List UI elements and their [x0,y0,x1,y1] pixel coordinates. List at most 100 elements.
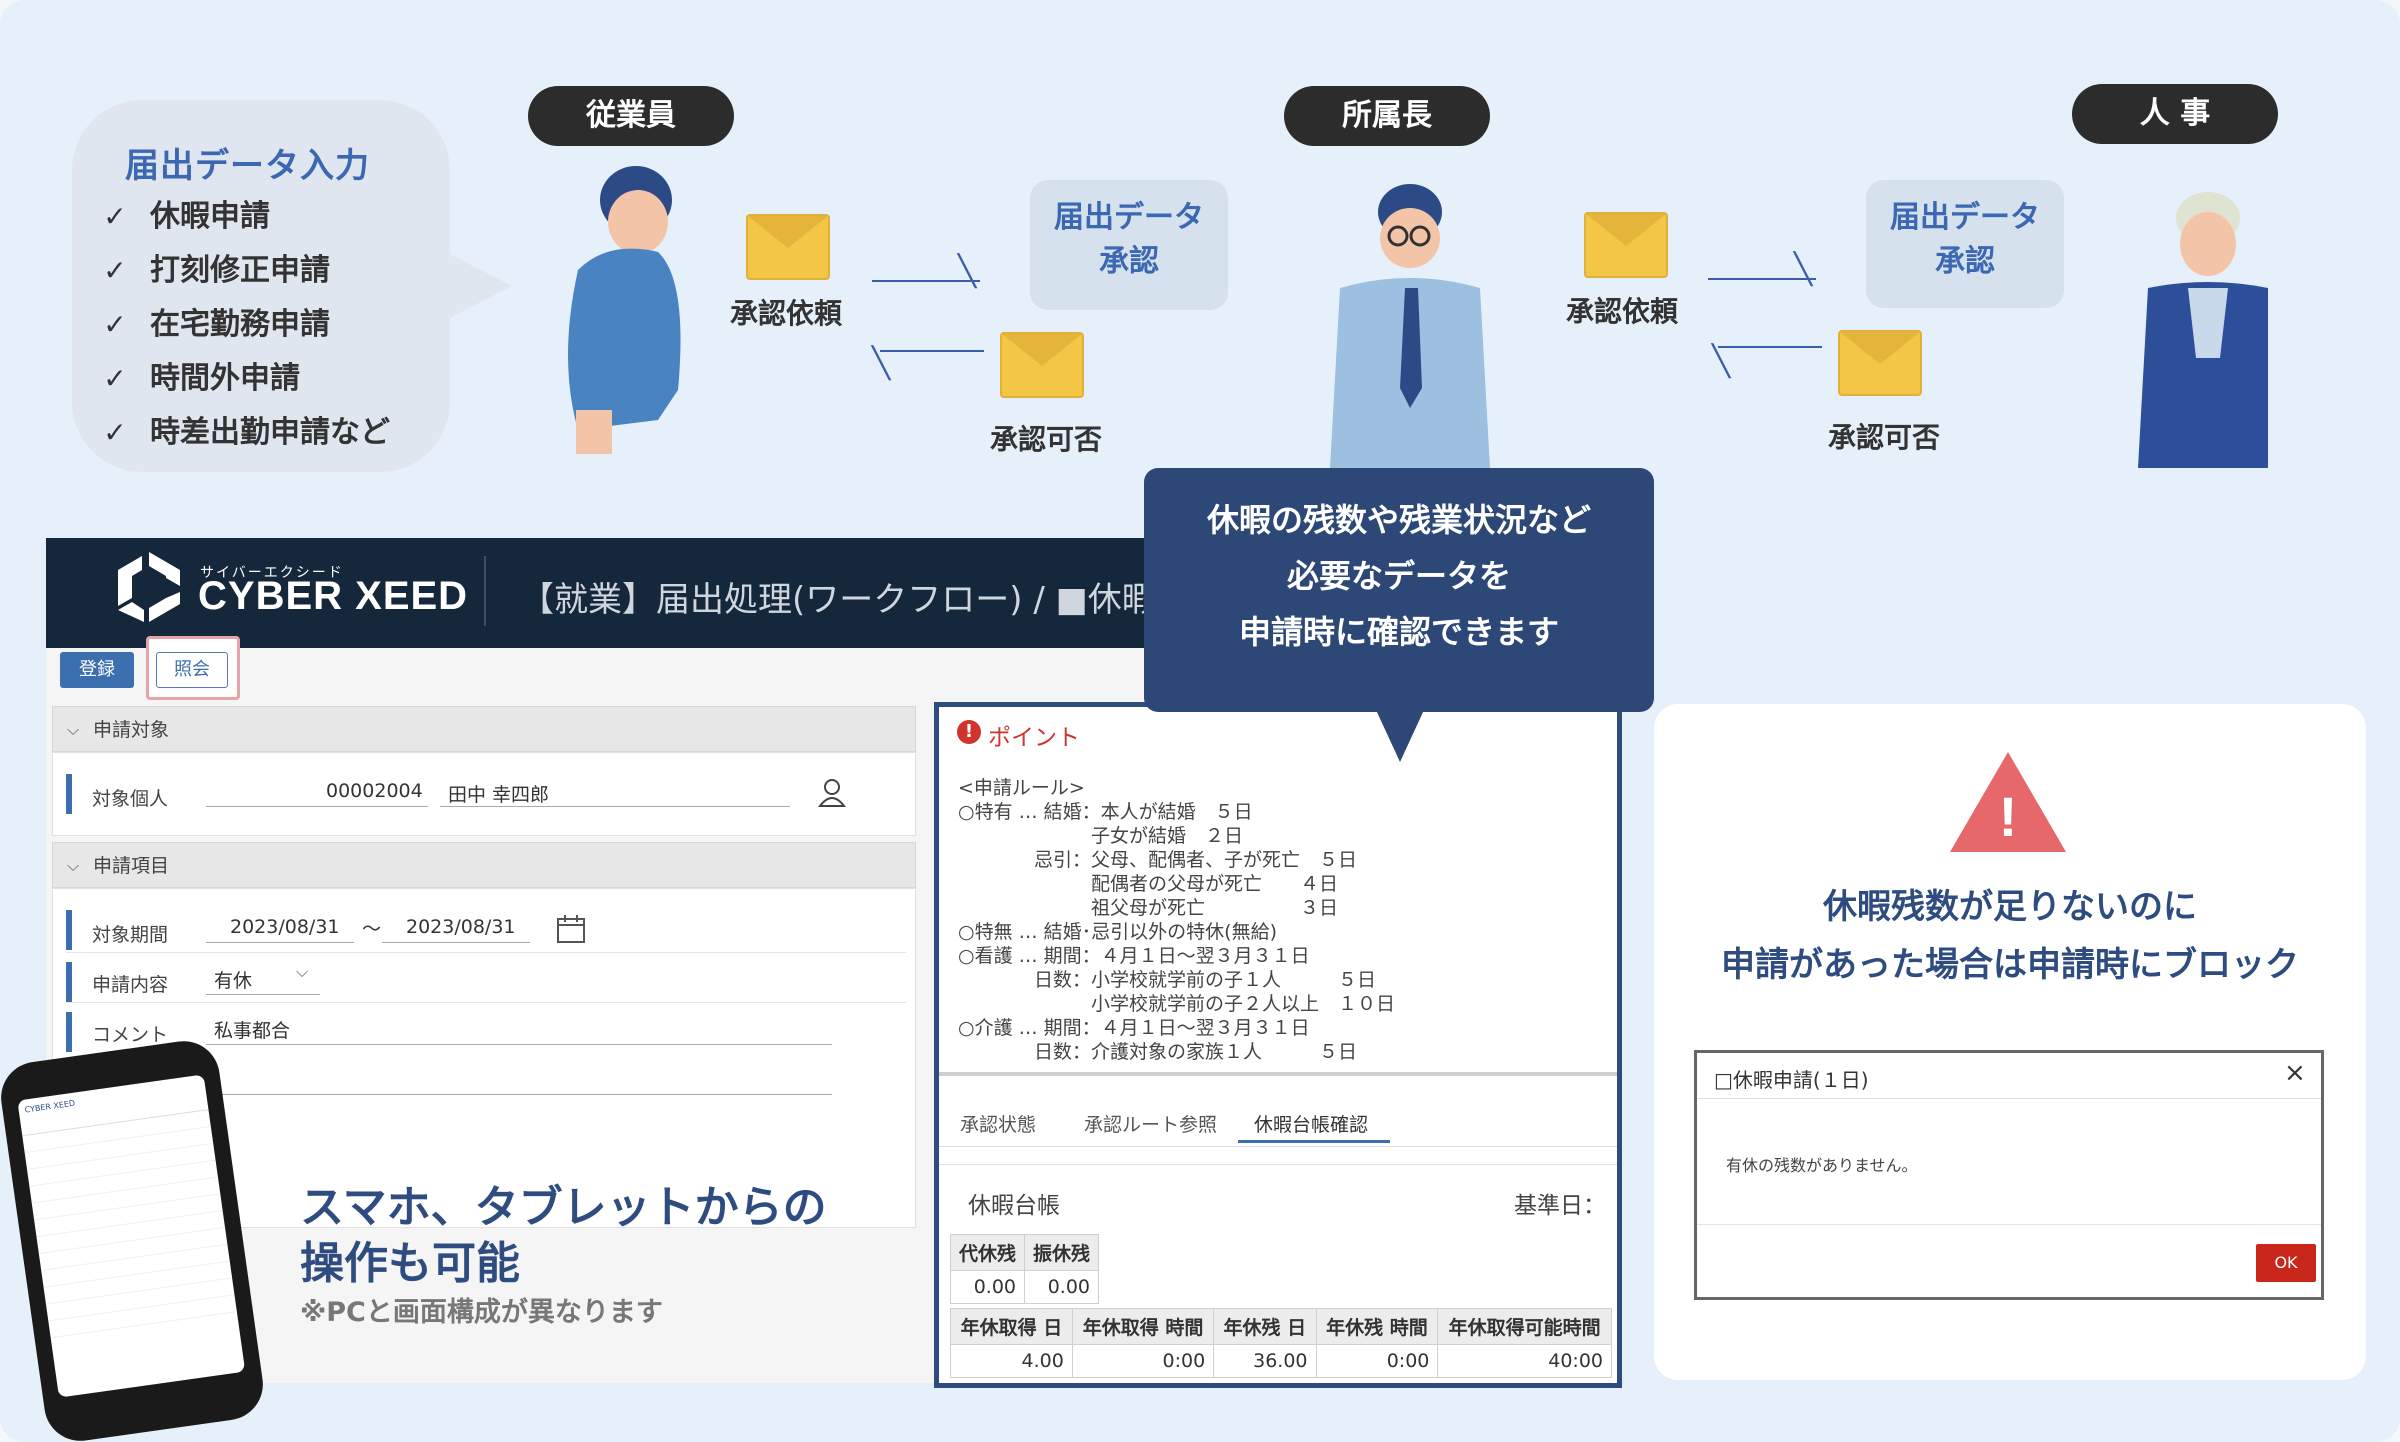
list-item: ✓ 時間外申請 [98,352,390,406]
field-marker [66,962,72,1002]
chevron-down-icon: ⌵ [67,720,80,739]
arrow-head-icon: ╲ [1794,252,1813,287]
comment-field[interactable]: 私事都合 [214,1016,290,1043]
section-header-target[interactable]: ⌵ 申請対象 [52,706,916,752]
table-header: 年休取得可能時間 [1437,1308,1612,1345]
manager-figure [1330,184,1490,468]
header-divider [484,556,486,626]
period-from-field[interactable]: 2023/08/31 [230,916,340,938]
content-select[interactable]: 有休 [214,966,252,993]
mobile-note: ※PCと画面構成が異なります [300,1297,663,1328]
field-marker [66,910,72,950]
employee-figure [568,166,681,454]
role-manager: 所属長 [1284,86,1490,146]
role-employee: 従業員 [528,86,734,146]
substitute-holiday-table: 代休残 振休残 0.00 0.00 [949,1234,1100,1304]
ok-button[interactable]: OK [2256,1244,2316,1282]
field-underline [206,1094,832,1095]
table-cell: 4.00 [950,1344,1073,1378]
result-arrow [880,350,984,352]
application-rules: <申請ルール> ○特有 … 結婚：本人が結婚 ５日 子女が結婚 ２日 忌引：父母… [958,777,1396,1063]
result-envelope-icon [1838,330,1922,396]
input-type-list: ✓ 休暇申請 ✓ 打刻修正申請 ✓ 在宅勤務申請 ✓ 時間外申請 ✓ 時差出勤申請など [98,190,390,460]
section-header-items[interactable]: ⌵ 申請項目 [52,842,916,888]
table-cell: 0.00 [1024,1270,1100,1304]
cyberxeed-logo-icon [118,552,180,622]
table-header: 代休残 [949,1234,1026,1271]
block-description: 休暇残数が足りないのに 申請があった場合は申請時にブロック [1721,887,2299,985]
check-icon: ✓ [103,308,127,341]
tab-approval-route[interactable]: 承認ルート参照 [1084,1110,1217,1137]
register-button[interactable]: 登録 [60,652,134,688]
person-search-icon[interactable] [818,778,846,808]
result-label: 承認可否 [1828,421,1941,454]
result-envelope-icon [1000,332,1084,398]
calendar-icon[interactable] [556,914,586,944]
dialog-title: □休暇申請(１日) [1714,1068,1869,1092]
field-underline [440,806,790,807]
ledger-title: 休暇台帳 [968,1193,1060,1219]
request-envelope-icon [746,214,830,280]
chevron-down-icon[interactable]: ⌵ [296,962,308,982]
infographic-page: 届出データ入力 ✓ 休暇申請 ✓ 打刻修正申請 ✓ 在宅勤務申請 ✓ 時間外申請 ✓ 時差… [0,0,2400,1442]
active-tab-indicator [1238,1140,1390,1143]
table-header: 振休残 [1024,1234,1100,1271]
tab-approval-status[interactable]: 承認状態 [960,1110,1036,1137]
employee-id-field[interactable]: 00002004 [326,780,423,802]
field-marker [66,774,72,814]
approve-card-manager: 届出データ 承認 [1030,180,1228,310]
comment-label: コメント [92,1024,169,1046]
ledger-base-date: 基準日： [1514,1193,1606,1219]
chevron-down-icon: ⌵ [67,856,80,875]
table-header: 年休取得 日 [950,1308,1073,1345]
field-underline [206,806,428,807]
point-title: ポイント [988,725,1080,751]
result-label: 承認可否 [990,423,1103,456]
alert-icon: ! [957,720,981,744]
target-person-label: 対象個人 [92,788,169,810]
period-separator: 〜 [362,918,382,940]
request-label: 承認依頼 [730,297,843,330]
input-bubble-title: 届出データ入力 [125,146,370,186]
field-underline [206,942,354,943]
table-cell: 0:00 [1315,1344,1439,1378]
reference-button[interactable]: 照会 [156,652,228,688]
row-divider [66,952,906,953]
close-icon[interactable]: × [2284,1058,2306,1088]
table-header: 年休残 日 [1213,1308,1317,1345]
table-cell: 40:00 [1437,1344,1612,1378]
exclamation-icon: ! [1998,785,2018,848]
result-arrow [1718,346,1822,348]
table-header: 年休取得 時間 [1071,1308,1215,1345]
hr-figure [2138,192,2268,468]
employee-name-field[interactable]: 田中 幸四郎 [448,780,549,807]
dialog-divider [1697,1098,2321,1099]
check-icon: ✓ [103,362,127,395]
arrow-head-icon: ╲ [1712,344,1731,379]
dialog-divider [1697,1224,2321,1225]
field-marker [66,1012,72,1052]
table-cell: 36.00 [1213,1344,1317,1378]
check-icon: ✓ [103,200,127,233]
request-label: 承認依頼 [1566,295,1679,328]
annual-leave-table: 年休取得 日 年休取得 時間 年休残 日 年休残 時間 年休取得可能時間 4.0… [950,1308,1612,1378]
tab-leave-ledger[interactable]: 休暇台帳確認 [1254,1110,1368,1137]
panel-divider [939,1072,1617,1076]
table-header: 年休残 時間 [1315,1308,1439,1345]
mobile-headline: スマホ、タブレットからの 操作も可能 [300,1182,827,1289]
phone-screen: CYBER XEED [17,1074,246,1398]
period-to-field[interactable]: 2023/08/31 [406,916,516,938]
arrow-head-icon: ╲ [872,346,891,381]
arrow-head-icon: ╲ [958,254,977,289]
list-item: ✓ 休暇申請 [98,190,390,244]
field-underline [206,1044,832,1045]
list-item: ✓ 在宅勤務申請 [98,298,390,352]
row-divider [66,1002,906,1003]
dialog-message: 有休の残数がありません。 [1726,1156,1918,1175]
field-underline [206,994,320,995]
request-envelope-icon [1584,212,1668,278]
logo-text: CYBER XEED [198,574,469,618]
row-divider [939,1164,1617,1165]
tab-baseline [939,1146,1617,1147]
approve-card-hr: 届出データ 承認 [1866,180,2064,308]
